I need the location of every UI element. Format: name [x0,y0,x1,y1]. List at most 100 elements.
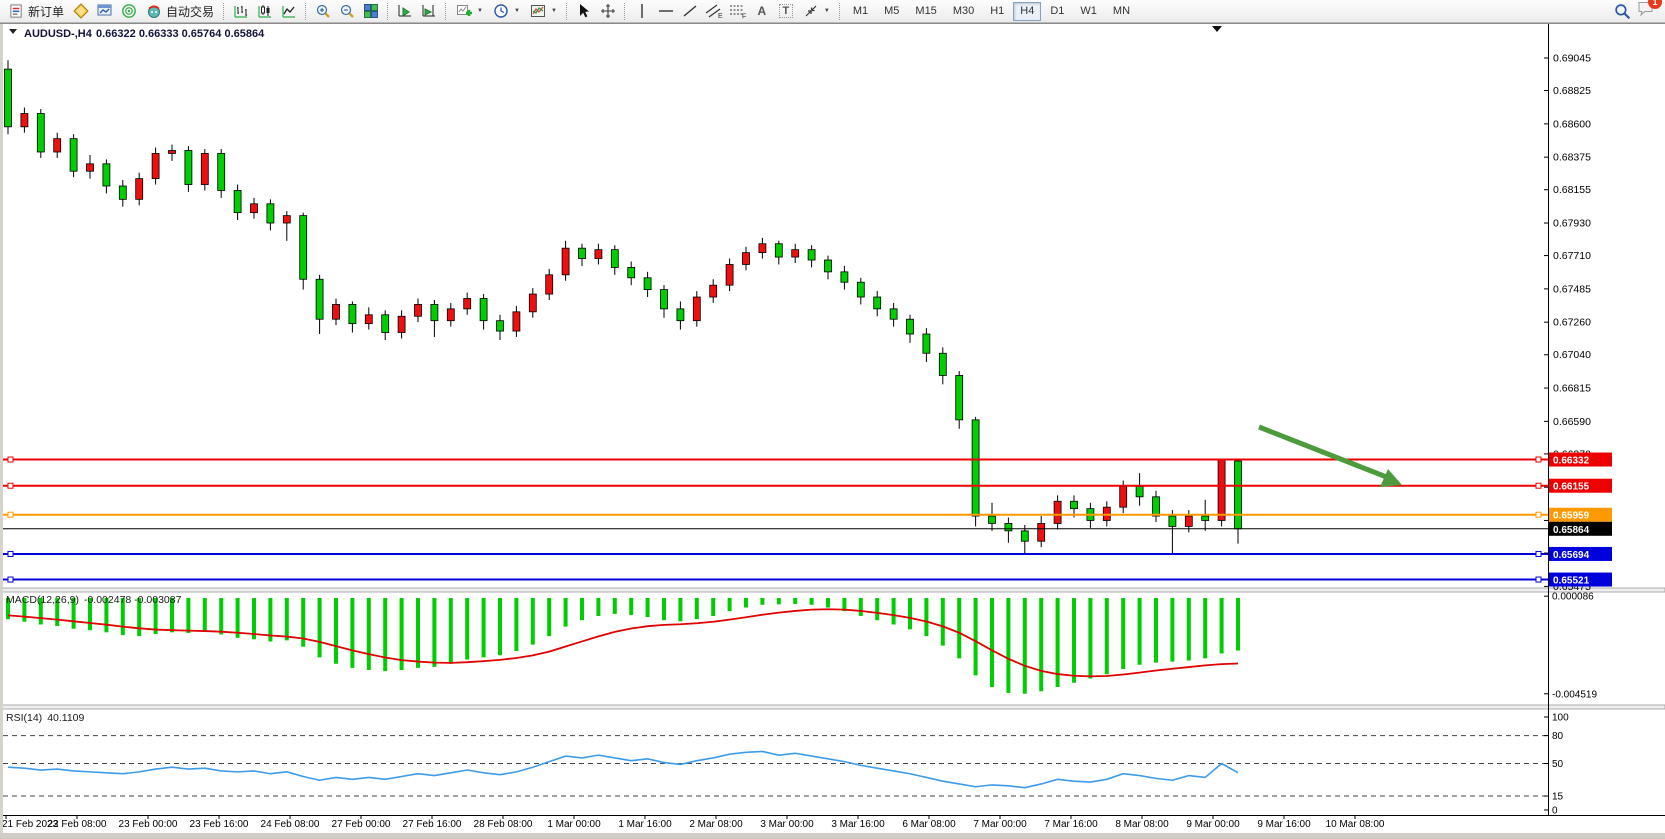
time-tick-label: 28 Feb 08:00 [474,819,533,830]
candle-body [415,304,422,316]
templates-dropdown-button[interactable]: ▼ [525,1,562,21]
signals-button[interactable] [117,1,141,21]
trading-platform-window: AUDUSD-,H4 0.66322 0.66333 0.65764 0.658… [0,0,1665,839]
candle-body [152,153,159,178]
candle-body [349,304,356,323]
candle-body [1038,523,1045,541]
timeframe-button-w1[interactable]: W1 [1073,2,1104,21]
horizontal-line-button[interactable] [654,1,678,21]
bar-chart-button[interactable] [229,1,253,21]
new-order-label: 新订单 [28,3,64,20]
line-handle[interactable] [8,457,13,462]
candle-body [759,244,766,253]
svg-text:0.65694: 0.65694 [1553,550,1590,561]
pane-splitter[interactable] [0,705,1665,709]
new-order-button[interactable]: 新订单 [4,1,69,21]
time-tick-label: 10 Mar 08:00 [1326,819,1385,830]
zoom-in-icon [315,3,331,19]
price-tick-label: 0.66590 [1553,416,1591,428]
candle-body [1136,486,1143,496]
line-handle[interactable] [1536,577,1541,582]
timeframe-button-m5[interactable]: M5 [877,2,906,21]
time-tick-label: 22 Feb 08:00 [48,819,107,830]
chevron-down-icon: ▼ [551,8,557,14]
pane-splitter[interactable] [0,588,1665,592]
candle-body [841,272,848,282]
zoom-out-button[interactable] [335,1,359,21]
line-chart-button[interactable] [277,1,301,21]
candle-body [1120,486,1127,507]
candle-body [644,278,651,290]
timeframe-button-h1[interactable]: H1 [983,2,1011,21]
tile-windows-button[interactable] [359,1,383,21]
candle-body [218,153,225,190]
candle-body [562,248,569,275]
notifications-button[interactable]: 1 [1637,0,1655,22]
zoom-out-icon [339,3,355,19]
equidistant-channel-button[interactable]: E [702,1,726,21]
candle-body [1153,497,1160,516]
candle-body [447,309,454,321]
candlestick-chart-button[interactable] [253,1,277,21]
line-handle[interactable] [1536,551,1541,556]
price-tick-label: 0.67260 [1553,317,1591,329]
chart-symbol-title: AUDUSD-,H4 [24,28,93,40]
timeframe-button-m15[interactable]: M15 [908,2,943,21]
auto-scroll-button[interactable] [393,1,417,21]
text-button[interactable]: A [750,1,774,21]
rsi-scale-label: 50 [1552,759,1564,770]
candle-body [300,216,307,280]
line-handle[interactable] [8,483,13,488]
timeframe-button-d1[interactable]: D1 [1043,2,1071,21]
timeframe-button-m1[interactable]: M1 [846,2,875,21]
candle-body [907,319,914,334]
svg-text:0.65959: 0.65959 [1553,511,1590,522]
fibonacci-button[interactable]: F [726,1,750,21]
toolbar-right-group: 1 [1614,0,1661,22]
candle-body [382,315,389,333]
line-handle[interactable] [1536,457,1541,462]
line-chart-icon [281,3,297,19]
toolbar-separator [839,3,841,20]
arrow-objects-icon [803,3,819,19]
chart-shift-button[interactable] [417,1,441,21]
clock-icon [493,3,509,19]
rsi-scale-label: 100 [1552,713,1569,724]
search-icon[interactable] [1614,3,1631,20]
candle-body [283,216,290,223]
time-tick-label: 3 Mar 00:00 [760,819,814,830]
indicators-dropdown-button[interactable]: ▼ [451,1,488,21]
toolbar-separator [387,3,389,20]
trendline-button[interactable] [678,1,702,21]
candle-body [579,248,586,258]
candle-body [136,179,143,200]
gold-diamond-button[interactable] [69,1,93,21]
candle-body [743,253,750,265]
toolbar-separator [445,3,447,20]
text-label-button[interactable]: T [774,1,798,21]
periods-dropdown-button[interactable]: ▼ [488,1,525,21]
auto-trading-label: 自动交易 [166,3,214,20]
chart-background[interactable] [0,24,1665,833]
candle-body [710,285,717,297]
line-handle[interactable] [8,577,13,582]
cursor-button[interactable] [572,1,596,21]
timeframe-button-mn[interactable]: MN [1106,2,1137,21]
zoom-in-button[interactable] [311,1,335,21]
line-handle[interactable] [1536,512,1541,517]
candle-body [611,250,618,268]
line-handle[interactable] [1536,483,1541,488]
candle-body [333,304,340,319]
price-tick-label: 0.67930 [1553,218,1591,230]
equidistant-channel-icon: E [705,3,723,19]
timeframe-button-m30[interactable]: M30 [946,2,981,21]
candle-body [185,151,192,185]
timeframe-button-h4[interactable]: H4 [1013,2,1041,21]
crosshair-button[interactable] [596,1,620,21]
auto-trading-button[interactable]: 自动交易 [141,1,219,21]
vertical-line-button[interactable] [630,1,654,21]
market-watch-button[interactable] [93,1,117,21]
line-handle[interactable] [8,551,13,556]
arrows-dropdown-button[interactable]: ▼ [798,1,835,21]
line-handle[interactable] [8,512,13,517]
